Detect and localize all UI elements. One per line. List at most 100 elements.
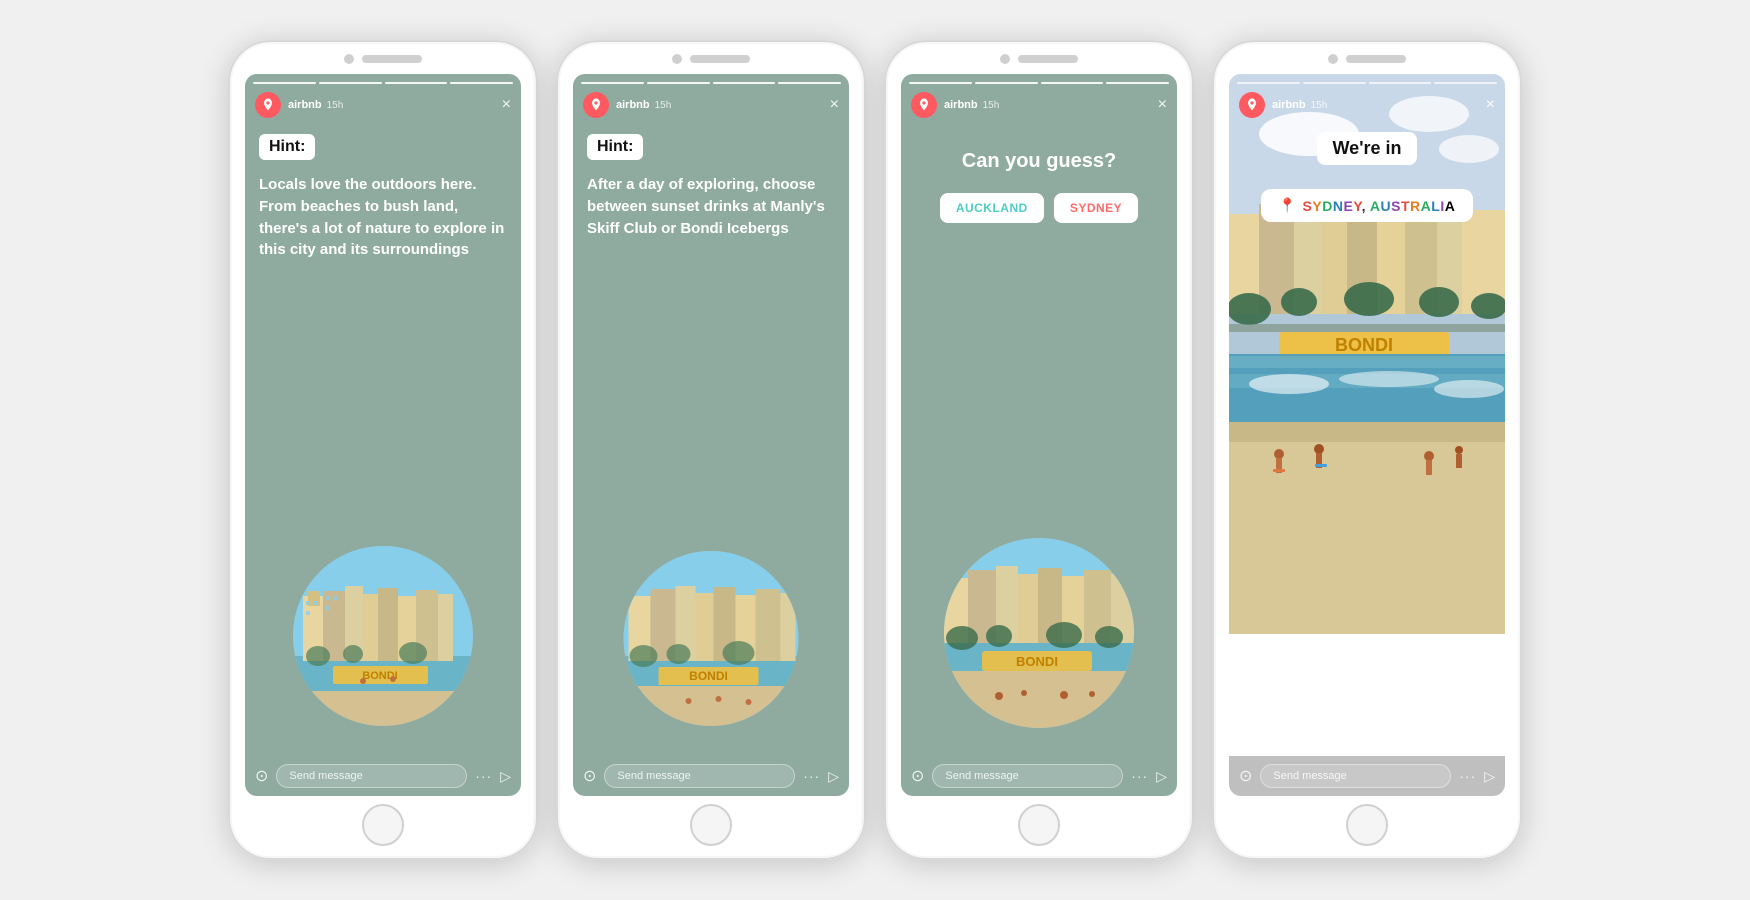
progress-bar-4-4 (1434, 82, 1497, 84)
progress-bar-2 (319, 82, 382, 84)
phone-1-speaker (362, 55, 422, 63)
phone-4-bottom (1212, 804, 1522, 860)
phone-3-camera (1000, 54, 1010, 64)
phone-4-camera (1328, 54, 1338, 64)
phone-1-progress (245, 74, 521, 88)
phone-4-top-bar (1212, 40, 1522, 64)
phone-1-message-input[interactable]: Send message (276, 764, 467, 788)
phone-1-camera (344, 54, 354, 64)
phone-1-story-text: Locals love the outdoors here. From beac… (259, 174, 507, 261)
progress-bar-3-3 (1041, 82, 1104, 84)
phone-3-bottom (884, 804, 1194, 860)
phone-3-username: airbnb (944, 99, 978, 111)
progress-bar-3 (385, 82, 448, 84)
phone-3-user-info: airbnb 15h (944, 99, 1158, 111)
phone-4-overlay: airbnb 15h × We're in 📍 (1229, 74, 1505, 796)
phone-3-message-input[interactable]: Send message (932, 764, 1123, 788)
phone-2-story-text: After a day of exploring, choose between… (587, 174, 835, 239)
phone-2-bottom (556, 804, 866, 860)
phone-4-username: airbnb (1272, 99, 1306, 111)
phone-1-home-button[interactable] (362, 804, 404, 846)
phone-3-story: airbnb 15h × Can you guess? AUCKLAND SYD… (901, 74, 1177, 796)
phone-1-story-header: airbnb 15h × (245, 88, 521, 124)
phone-2-story-header: airbnb 15h × (573, 88, 849, 124)
phone-2-dots[interactable]: ··· (803, 768, 820, 784)
phone-2-user-info: airbnb 15h (616, 99, 830, 111)
phone-2-hint-badge: Hint: (587, 134, 643, 160)
phone-3-dots[interactable]: ··· (1131, 768, 1148, 784)
phone-3-home-button[interactable] (1018, 804, 1060, 846)
phone-4-location-badge: 📍 SYDNEY, AUSTRALIA (1261, 189, 1474, 222)
progress-bar-2-3 (713, 82, 776, 84)
phone-1-close[interactable]: × (502, 96, 511, 114)
phone-3-quiz-question: Can you guess? (915, 150, 1163, 173)
progress-bar-3-4 (1106, 82, 1169, 84)
phone-3-progress (901, 74, 1177, 88)
phone-2-send-icon[interactable]: ▷ (828, 768, 839, 785)
phone-4: BONDI (1212, 40, 1522, 860)
phone-4-send-icon[interactable]: ▷ (1484, 768, 1495, 785)
phone-1-dots[interactable]: ··· (475, 768, 492, 784)
phone-3-time: 15h (983, 100, 1000, 111)
phone-3-top-bar (884, 40, 1194, 64)
phone-2-time: 15h (655, 100, 672, 111)
quiz-option-sydney[interactable]: SYDNEY (1054, 193, 1138, 223)
phone-2-body: Hint: After a day of exploring, choose b… (573, 124, 849, 756)
phone-4-location-text: SYDNEY, AUSTRALIA (1303, 198, 1456, 214)
location-pin-icon: 📍 (1279, 197, 1297, 214)
phone-4-dots[interactable]: ··· (1459, 768, 1476, 784)
phone-4-message-input[interactable]: Send message (1260, 764, 1451, 788)
phones-container: airbnb 15h × Hint: Locals love the outdo… (228, 40, 1522, 860)
phone-2-bottom-bar: ⊙ Send message ··· ▷ (573, 756, 849, 796)
phone-1-send-icon[interactable]: ▷ (500, 768, 511, 785)
phone-4-spacer (1229, 449, 1505, 756)
phone-1-username: airbnb (288, 99, 322, 111)
phone-2-home-button[interactable] (690, 804, 732, 846)
phone-2-close[interactable]: × (830, 96, 839, 114)
phone-4-time: 15h (1311, 100, 1328, 111)
phone-3-body: Can you guess? AUCKLAND SYDNEY (901, 124, 1177, 756)
phone-4-user-info: airbnb 15h (1272, 99, 1486, 111)
phone-1-top-bar (228, 40, 538, 64)
phone-2-screen: airbnb 15h × Hint: After a day of explor… (573, 74, 849, 796)
phone-3-quiz-options: AUCKLAND SYDNEY (915, 193, 1163, 223)
phone-3-send-icon[interactable]: ▷ (1156, 768, 1167, 785)
phone-4-home-button[interactable] (1346, 804, 1388, 846)
phone-2-speaker (690, 55, 750, 63)
phone-4-body: We're in 📍 SYDNEY, AUSTRALIA (1229, 124, 1505, 449)
progress-bar-2-4 (778, 82, 841, 84)
progress-bar-3-2 (975, 82, 1038, 84)
phone-4-speaker (1346, 55, 1406, 63)
progress-bar-4-3 (1369, 82, 1432, 84)
phone-4-camera-icon[interactable]: ⊙ (1239, 766, 1252, 786)
phone-2-story: airbnb 15h × Hint: After a day of explor… (573, 74, 849, 796)
progress-bar-4-2 (1303, 82, 1366, 84)
phone-4-progress (1229, 74, 1505, 88)
phone-2-username: airbnb (616, 99, 650, 111)
phone-4-title-badge: We're in (1317, 132, 1418, 165)
phone-1-bottom-bar: ⊙ Send message ··· ▷ (245, 756, 521, 796)
phone-1-user-info: airbnb 15h (288, 99, 502, 111)
progress-bar-3-1 (909, 82, 972, 84)
phone-1-screen: airbnb 15h × Hint: Locals love the outdo… (245, 74, 521, 796)
phone-1-bottom (228, 804, 538, 860)
phone-1-camera-icon[interactable]: ⊙ (255, 766, 268, 786)
phone-4-bottom-bar: ⊙ Send message ··· ▷ (1229, 756, 1505, 796)
phone-4-title-wrap: We're in (1243, 132, 1491, 179)
phone-3-screen: airbnb 15h × Can you guess? AUCKLAND SYD… (901, 74, 1177, 796)
phone-2-progress (573, 74, 849, 88)
quiz-option-auckland[interactable]: AUCKLAND (940, 193, 1044, 223)
airbnb-logo-3 (911, 92, 937, 118)
phone-2-camera (672, 54, 682, 64)
phone-1: airbnb 15h × Hint: Locals love the outdo… (228, 40, 538, 860)
phone-1-hint-badge: Hint: (259, 134, 315, 160)
phone-3-speaker (1018, 55, 1078, 63)
airbnb-logo-4 (1239, 92, 1265, 118)
phone-2-camera-icon[interactable]: ⊙ (583, 766, 596, 786)
phone-3-bottom-bar: ⊙ Send message ··· ▷ (901, 756, 1177, 796)
phone-2-message-input[interactable]: Send message (604, 764, 795, 788)
phone-3-camera-icon[interactable]: ⊙ (911, 766, 924, 786)
progress-bar-4-1 (1237, 82, 1300, 84)
phone-3-close[interactable]: × (1158, 96, 1167, 114)
phone-4-close[interactable]: × (1486, 96, 1495, 114)
